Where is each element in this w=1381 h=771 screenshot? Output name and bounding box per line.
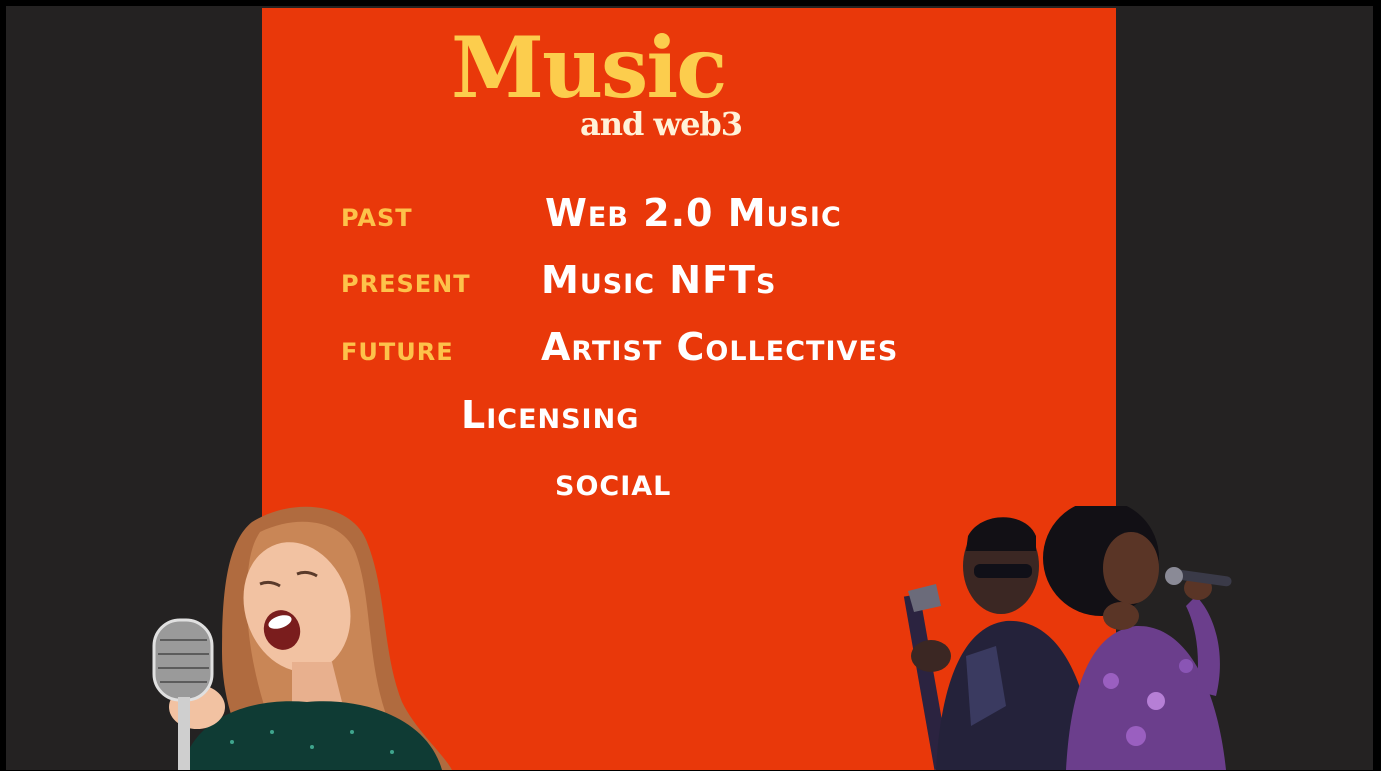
singer-woman-image bbox=[152, 506, 452, 770]
extra-item-social: social bbox=[555, 460, 672, 504]
timeline-tag-future: future bbox=[341, 329, 454, 369]
timeline-item-future: Artist Collectives bbox=[541, 325, 899, 369]
timeline-tag-past: past bbox=[341, 195, 413, 235]
musicians-duo-image bbox=[903, 506, 1232, 770]
slide-subtitle: and web3 bbox=[580, 105, 743, 143]
timeline-tag-present: present bbox=[341, 261, 471, 301]
timeline-item-present: Music NFTs bbox=[541, 258, 777, 302]
timeline-item-past: Web 2.0 Music bbox=[545, 191, 842, 235]
slide-title: Music bbox=[451, 18, 727, 117]
presentation-frame: Music and web3 past Web 2.0 Music presen… bbox=[6, 6, 1373, 770]
extra-item-licensing: Licensing bbox=[461, 393, 640, 437]
